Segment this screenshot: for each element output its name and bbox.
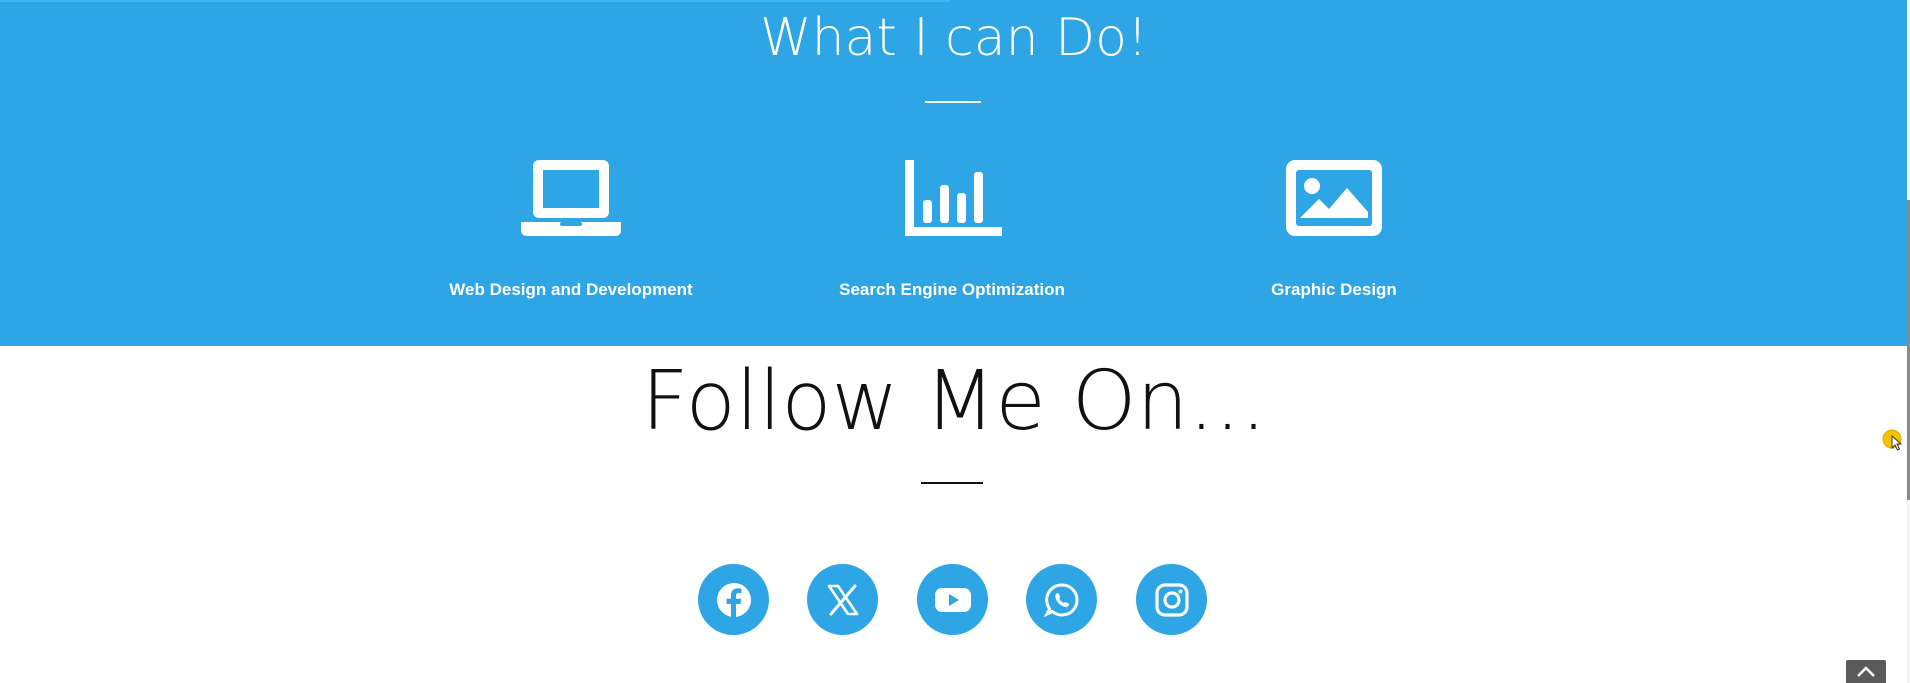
whatsapp-icon — [1043, 582, 1078, 617]
service-graphic-design: Graphic Design — [1174, 150, 1494, 300]
whatsapp-button[interactable] — [1026, 564, 1097, 635]
chevron-up-icon — [1857, 666, 1875, 677]
instagram-button[interactable] — [1136, 564, 1207, 635]
follow-divider — [921, 482, 983, 484]
bar-chart-icon — [897, 150, 1007, 250]
laptop-icon — [516, 150, 626, 250]
section-top-border — [0, 0, 950, 2]
x-twitter-button[interactable] — [807, 564, 878, 635]
service-label: Web Design and Development — [449, 280, 693, 299]
service-web-design: Web Design and Development — [411, 150, 731, 300]
service-label: Graphic Design — [1271, 280, 1397, 299]
services-section: What I can Do! Web Design and Developmen… — [0, 0, 1908, 346]
follow-title: Follow Me On... — [641, 354, 1267, 449]
youtube-button[interactable] — [917, 564, 988, 635]
x-twitter-icon — [827, 584, 858, 615]
facebook-icon — [716, 582, 751, 617]
back-to-top-button[interactable] — [1846, 660, 1886, 683]
page: What I can Do! Web Design and Developmen… — [0, 0, 1910, 683]
image-icon — [1279, 150, 1389, 250]
services-divider — [925, 101, 981, 103]
services-title: What I can Do! — [760, 8, 1148, 68]
facebook-button[interactable] — [698, 564, 769, 635]
service-label: Search Engine Optimization — [839, 280, 1065, 299]
mouse-cursor-indicator — [1882, 429, 1904, 451]
youtube-icon — [934, 587, 971, 612]
service-seo: Search Engine Optimization — [792, 150, 1112, 300]
instagram-icon — [1154, 582, 1189, 617]
